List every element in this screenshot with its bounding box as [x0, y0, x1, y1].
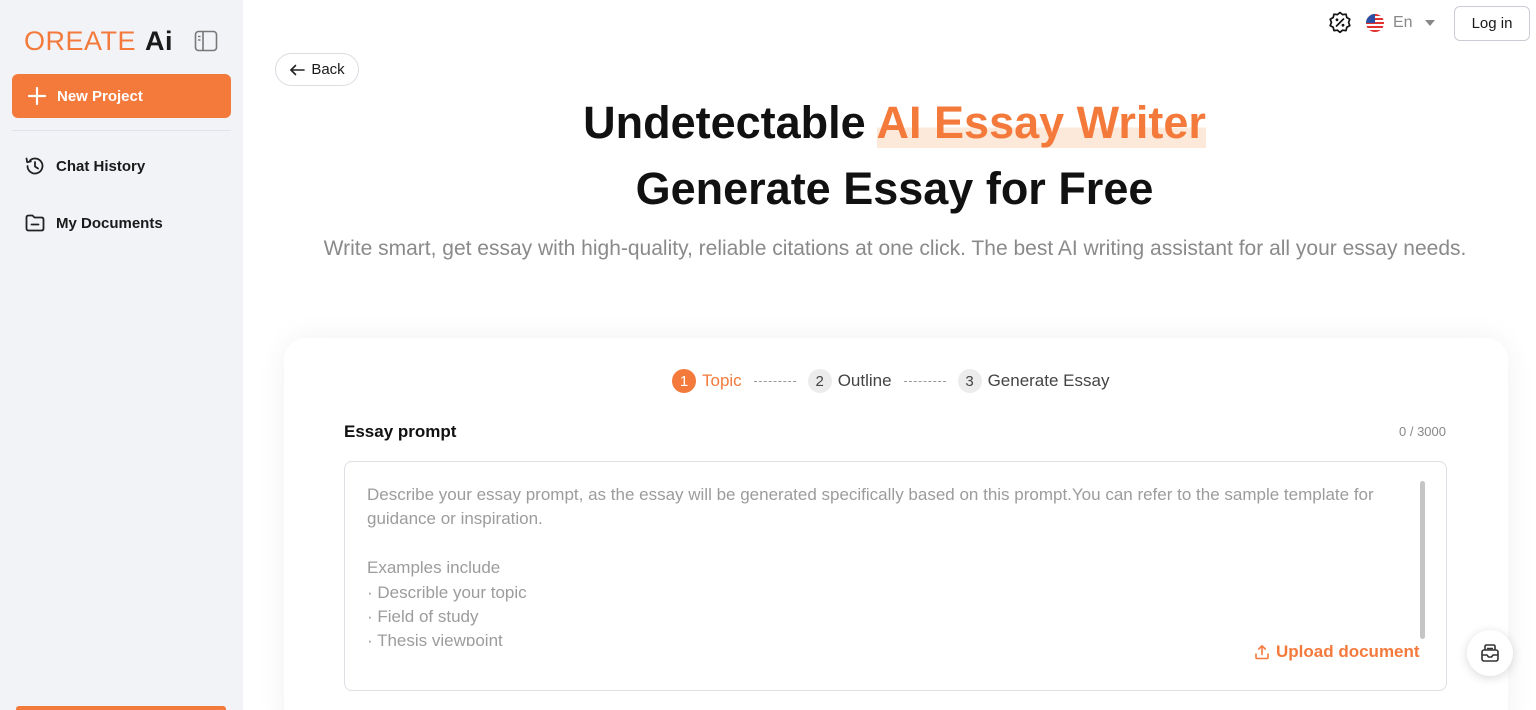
step-label: Topic — [702, 371, 742, 390]
upload-label: Upload document — [1276, 642, 1420, 661]
logo[interactable]: OREATE Ai — [24, 24, 173, 58]
essay-prompt-placeholder: Describe your essay prompt, as the essay… — [367, 485, 1374, 646]
character-counter: 0 / 3000 — [1399, 424, 1446, 439]
step-separator — [753, 380, 796, 382]
step-label: Generate Essay — [987, 371, 1110, 390]
step-number: 3 — [957, 369, 982, 393]
textarea-scrollbar[interactable] — [1420, 481, 1425, 639]
logo-text: OREATE — [24, 25, 137, 56]
discount-badge-icon[interactable] — [1328, 11, 1352, 35]
sidebar-item-label: Chat History — [56, 157, 146, 175]
page-subtitle: Write smart, get essay with high-quality… — [323, 237, 1467, 260]
arrow-left-icon — [290, 64, 306, 75]
sidebar-item-my-documents[interactable]: My Documents — [24, 211, 163, 235]
folder-icon — [25, 214, 45, 232]
upload-icon — [1255, 644, 1269, 660]
feedback-button[interactable] — [1467, 630, 1513, 676]
step-topic[interactable]: 1 Topic — [672, 369, 742, 393]
step-separator — [903, 380, 946, 382]
sidebar: OREATE Ai New Project Chat History My Do… — [0, 0, 243, 710]
back-button[interactable]: Back — [275, 53, 359, 86]
stepper: 1 Topic 2 Outline 3 Generate Essay — [672, 369, 1109, 393]
chevron-down-icon — [1424, 20, 1435, 26]
title-highlight: AI Essay Writer — [876, 97, 1206, 148]
title-part1: Undetectable — [583, 97, 877, 148]
step-generate-essay[interactable]: 3 Generate Essay — [957, 369, 1110, 393]
sidebar-item-label: My Documents — [56, 214, 163, 232]
page-title: Undetectable AI Essay Writer Generate Es… — [243, 90, 1536, 222]
essay-prompt-label: Essay prompt — [344, 422, 457, 441]
step-outline[interactable]: 2 Outline — [807, 369, 892, 393]
sidebar-bottom-bar — [16, 706, 226, 710]
logo-ai-text: Ai — [145, 25, 174, 56]
language-label: En — [1393, 14, 1413, 31]
new-project-label: New Project — [57, 87, 143, 105]
sidebar-divider — [12, 130, 231, 131]
step-number: 1 — [672, 369, 696, 393]
title-line2: Generate Essay for Free — [635, 163, 1154, 214]
upload-document-button[interactable]: Upload document — [1254, 641, 1420, 663]
sidebar-item-chat-history[interactable]: Chat History — [24, 154, 145, 178]
new-project-button[interactable]: New Project — [12, 74, 231, 118]
step-label: Outline — [837, 371, 892, 390]
back-label: Back — [311, 61, 345, 78]
history-icon — [25, 157, 44, 175]
step-number: 2 — [807, 369, 832, 393]
us-flag-icon — [1366, 14, 1384, 32]
language-selector[interactable]: En — [1366, 11, 1435, 35]
plus-icon — [27, 86, 47, 106]
sidebar-collapse-icon[interactable] — [194, 30, 218, 52]
inbox-icon — [1481, 644, 1499, 662]
login-button[interactable]: Log in — [1454, 6, 1530, 41]
